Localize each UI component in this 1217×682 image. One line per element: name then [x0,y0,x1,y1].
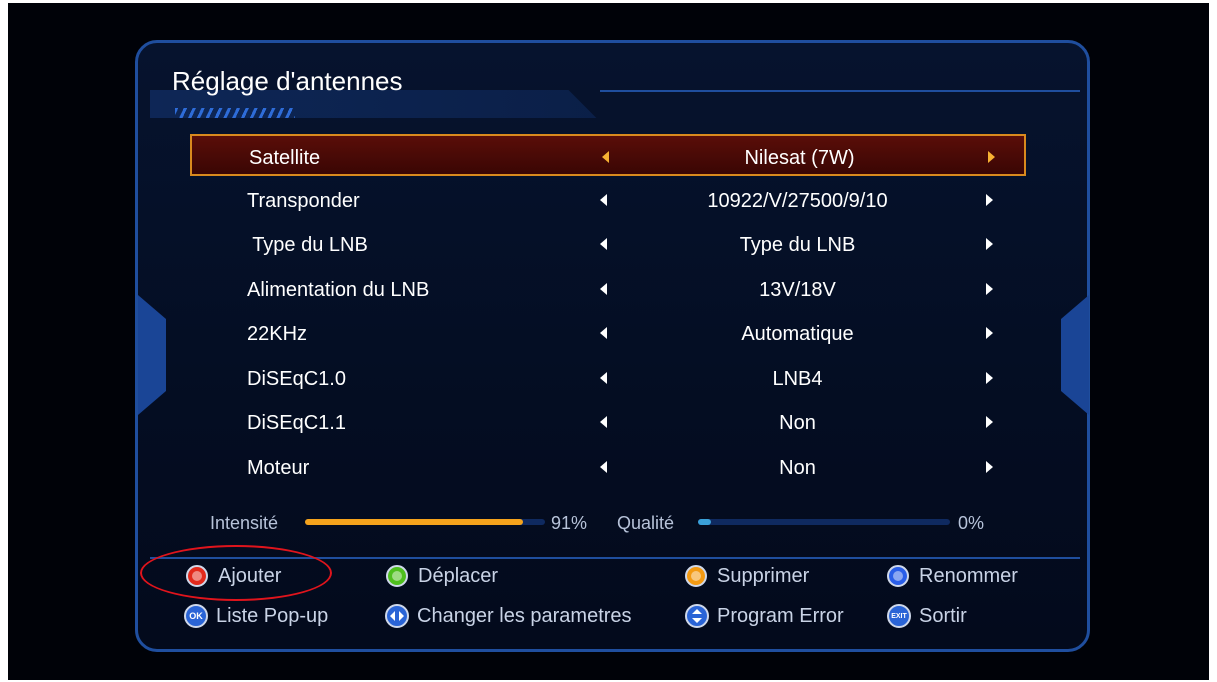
arrow-left-icon[interactable] [600,283,607,295]
arrow-left-icon[interactable] [600,372,607,384]
ok-button-icon: OK [184,604,208,628]
arrow-right-icon[interactable] [988,151,995,163]
ok-key-popup-list[interactable]: OK Liste Pop-up [184,603,328,629]
arrow-right-icon[interactable] [986,194,993,206]
quality-meter [698,519,950,525]
blue-button-icon [887,565,909,587]
exit-key-quit[interactable]: EXIT Sortir [887,603,967,629]
arrow-left-icon[interactable] [602,151,609,163]
orange-key-delete[interactable]: Supprimer [685,563,809,589]
arrow-right-icon[interactable] [986,372,993,384]
left-right-arrows-icon [385,604,409,628]
up-down-arrows-icon [685,604,709,628]
row-value: 10922/V/27500/9/10 [707,190,888,212]
legend-label: Program Error [717,604,844,627]
intensity-fill [305,519,524,525]
header-divider [600,90,1080,92]
legend-label: Renommer [919,564,1018,587]
arrow-left-icon[interactable] [600,416,607,428]
row-value: LNB4 [772,368,823,390]
row-diseqc10[interactable]: DiSEqC1.0 LNB4 [190,357,1026,399]
row-label: 22KHz [247,323,308,345]
arrow-right-icon[interactable] [986,327,993,339]
left-right-key-change-params[interactable]: Changer les parametres [385,603,632,629]
arrow-right-icon[interactable] [986,416,993,428]
row-value: Type du LNB [739,234,856,256]
arrow-right-icon[interactable] [986,283,993,295]
row-value: Non [779,457,816,479]
arrow-right-icon[interactable] [986,461,993,473]
legend-label: Liste Pop-up [216,604,329,627]
row-label: DiSEqC1.0 [247,368,346,390]
row-motor[interactable]: Moteur Non [190,446,1026,488]
legend-label: Sortir [919,604,967,627]
arrow-right-icon[interactable] [986,238,993,250]
row-label: Type du LNB [247,234,368,256]
intensity-label: Intensité [210,513,279,533]
green-button-icon [386,565,408,587]
row-label: DiSEqC1.1 [247,412,346,434]
intensity-meter [305,519,545,525]
legend-label: Déplacer [418,564,499,587]
row-value: 13V/18V [759,279,836,301]
row-label: Satellite [249,147,321,169]
row-label: Alimentation du LNB [247,279,430,301]
exit-button-icon: EXIT [887,604,911,628]
row-diseqc11[interactable]: DiSEqC1.1 Non [190,401,1026,443]
quality-label: Qualité [617,513,675,533]
row-label: Moteur [247,457,310,479]
orange-button-icon [685,565,707,587]
row-value: Nilesat (7W) [744,147,855,169]
arrow-left-icon[interactable] [600,194,607,206]
green-key-move[interactable]: Déplacer [386,563,498,589]
arrow-left-icon[interactable] [600,238,607,250]
annotation-circle [140,545,332,601]
quality-value: 0% [958,513,985,533]
row-lnb-power[interactable]: Alimentation du LNB 13V/18V [190,268,1026,310]
title-stripes [175,108,295,118]
legend-label: Supprimer [717,564,810,587]
quality-fill [698,519,711,525]
intensity-value: 91% [551,513,588,533]
arrow-left-icon[interactable] [600,327,607,339]
row-satellite[interactable]: Satellite Nilesat (7W) [190,134,1026,176]
up-down-key-program-error[interactable]: Program Error [685,603,844,629]
blue-key-rename[interactable]: Renommer [887,563,1018,589]
row-label: Transponder [247,190,360,212]
arrow-left-icon[interactable] [600,461,607,473]
legend-label: Changer les parametres [417,604,632,627]
row-lnb-type[interactable]: Type du LNB Type du LNB [190,223,1026,265]
page-title: Réglage d'antennes [172,66,403,96]
row-22khz[interactable]: 22KHz Automatique [190,312,1026,354]
row-value: Non [779,412,816,434]
row-value: Automatique [741,323,854,345]
row-transponder[interactable]: Transponder 10922/V/27500/9/10 [190,179,1026,221]
